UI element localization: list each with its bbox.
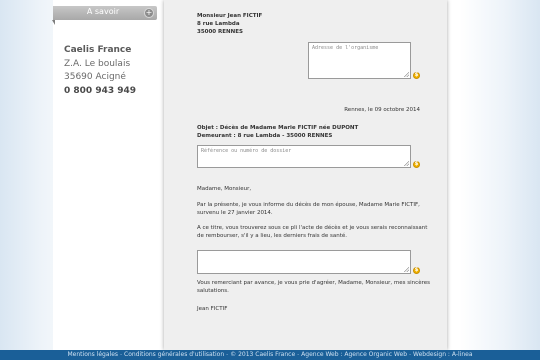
footer: Mentions légales - Conditions générales … [0,350,540,360]
residence-line: Demeurant : 8 rue Lambda - 35000 RENNES [197,132,333,139]
closing-line-1: Vous remerciant par avance, je vous prie… [197,280,430,286]
footer-separator: - [408,351,412,358]
reference-placeholder: Référence ou numéro de dossier [201,148,292,154]
resize-handle-icon[interactable] [404,72,409,77]
paragraph-2: A ce titre, vous trouverez sous ce pli l… [197,225,427,241]
organization-address-input[interactable]: Adresse de l'organisme [308,42,411,79]
sender-street: 8 rue Lambda [197,20,240,27]
company-address-line2: 35690 Acigné [64,72,126,82]
organization-address-placeholder: Adresse de l'organisme [312,45,379,51]
footer-link-legal[interactable]: Mentions légales [68,351,119,358]
reference-input[interactable]: Référence ou numéro de dossier [197,145,411,168]
plus-icon[interactable]: + [144,8,154,18]
salutation: Madame, Monsieur, [197,186,252,192]
closing-line-2: salutations. [197,287,229,294]
footer-copyright: © 2013 Caelis France [230,351,296,358]
footer-separator: - [297,351,300,358]
paragraph-1-line-1: Par la présente, je vous informe du décè… [197,202,420,208]
resize-handle-icon[interactable] [404,161,409,166]
company-name: Caelis France [64,45,132,55]
subject-line: Objet : Décès de Madame Marie FICTIF née… [197,125,359,131]
letter-paper: Monsieur Jean FICTIF 8 rue Lambda 35000 … [164,0,447,350]
footer-link-agency[interactable]: Agence Web : Agence Organic Web [301,351,407,358]
help-icon[interactable]: $ [413,72,420,79]
company-address-line1: Z.A. Le boulais [64,58,131,69]
footer-link-webdesign[interactable]: Webdesign : A-linea [413,351,472,358]
sender-name: Monsieur Jean FICTIF [197,13,263,19]
subject-block: Objet : Décès de Madame Marie FICTIF née… [197,125,358,141]
company-info: Caelis France Z.A. Le boulais 35690 Acig… [64,44,136,98]
a-savoir-tab[interactable]: A savoir + [52,6,157,25]
help-icon[interactable]: $ [413,161,420,168]
a-savoir-label: A savoir [86,7,120,16]
footer-separator: - [226,351,229,358]
sender-city: 35000 RENNES [197,28,243,35]
paragraph-2-line-1: A ce titre, vous trouverez sous ce pli l… [197,225,428,231]
help-icon[interactable]: $ [413,267,420,274]
date-line: Rennes, le 09 octobre 2014 [344,107,420,113]
footer-separator: - [119,351,123,358]
paragraph-1: Par la présente, je vous informe du décè… [197,202,420,218]
free-text-input[interactable] [197,250,411,274]
signature: Jean FICTIF [197,306,228,312]
paragraph-2-line-2: de rembourser, s'il y a lieu, les dernie… [197,232,348,239]
closing: Vous remerciant par avance, je vous prie… [197,280,430,296]
sender-block: Monsieur Jean FICTIF 8 rue Lambda 35000 … [197,13,262,36]
paragraph-1-line-2: survenu le 27 janvier 2014. [197,209,273,216]
resize-handle-icon[interactable] [404,267,409,272]
company-phone: 0 800 943 949 [64,85,137,96]
footer-link-terms[interactable]: Conditions générales d'utilisation [124,351,224,358]
